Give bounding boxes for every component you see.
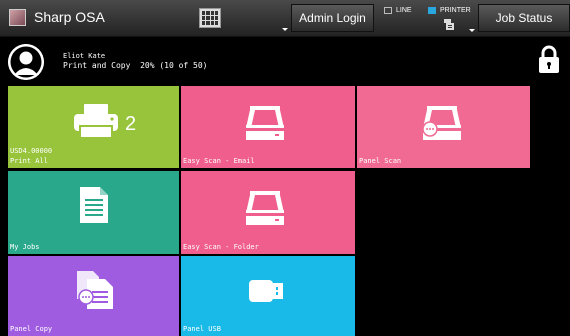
printer-select-icon[interactable] — [444, 19, 454, 30]
lock-icon[interactable] — [538, 44, 560, 74]
tile-label: Panel USB — [183, 325, 221, 333]
avatar-icon — [8, 44, 44, 80]
app-title: Sharp OSA — [34, 9, 105, 25]
user-quota: Print and Copy 20% (10 of 50) — [63, 61, 208, 70]
tile-cost: USD4.00000 — [10, 147, 53, 155]
tile-my-jobs[interactable]: My Jobs — [8, 171, 179, 254]
job-status-button[interactable]: Job Status — [478, 4, 570, 32]
tile-easy-scan-folder[interactable]: Easy Scan - Folder — [181, 171, 355, 254]
keyboard-dropdown-icon[interactable] — [282, 28, 288, 31]
copy-icon — [77, 271, 113, 309]
document-icon — [80, 187, 108, 223]
print-job-count: 2 — [125, 113, 137, 135]
printer-label: PRINTER — [440, 7, 471, 14]
tile-panel-scan[interactable]: Panel Scan — [357, 86, 530, 168]
line-label: LINE — [396, 7, 412, 14]
scanner-icon — [246, 106, 284, 140]
printer-icon — [74, 104, 118, 138]
tile-label: Panel Copy — [10, 325, 53, 333]
printer-dropdown-icon[interactable] — [469, 29, 475, 32]
usb-icon — [249, 280, 283, 302]
panel-scan-icon — [423, 106, 461, 140]
top-bar: Sharp OSA Admin Login LINE PRINTER Job S… — [0, 0, 570, 37]
tile-easy-scan-email[interactable]: Easy Scan - Email — [181, 86, 355, 168]
tile-panel-copy[interactable]: Panel Copy — [8, 256, 179, 336]
tile-label: Easy Scan - Folder — [183, 243, 259, 251]
keyboard-icon[interactable] — [199, 8, 221, 28]
tile-panel-usb[interactable]: Panel USB — [181, 256, 355, 336]
tile-label: My Jobs — [10, 243, 40, 251]
printer-indicator-icon — [428, 7, 436, 14]
user-name: Eliot Kate — [63, 52, 106, 60]
tile-label: Print All — [10, 157, 48, 165]
tile-print-all[interactable]: USD4.00000 Print All — [8, 86, 179, 168]
admin-login-button[interactable]: Admin Login — [291, 4, 374, 32]
line-indicator-icon — [384, 7, 392, 14]
tile-label: Panel Scan — [359, 157, 402, 165]
app-logo-icon — [9, 9, 26, 26]
tile-label: Easy Scan - Email — [183, 157, 255, 165]
scanner-icon — [246, 191, 284, 225]
